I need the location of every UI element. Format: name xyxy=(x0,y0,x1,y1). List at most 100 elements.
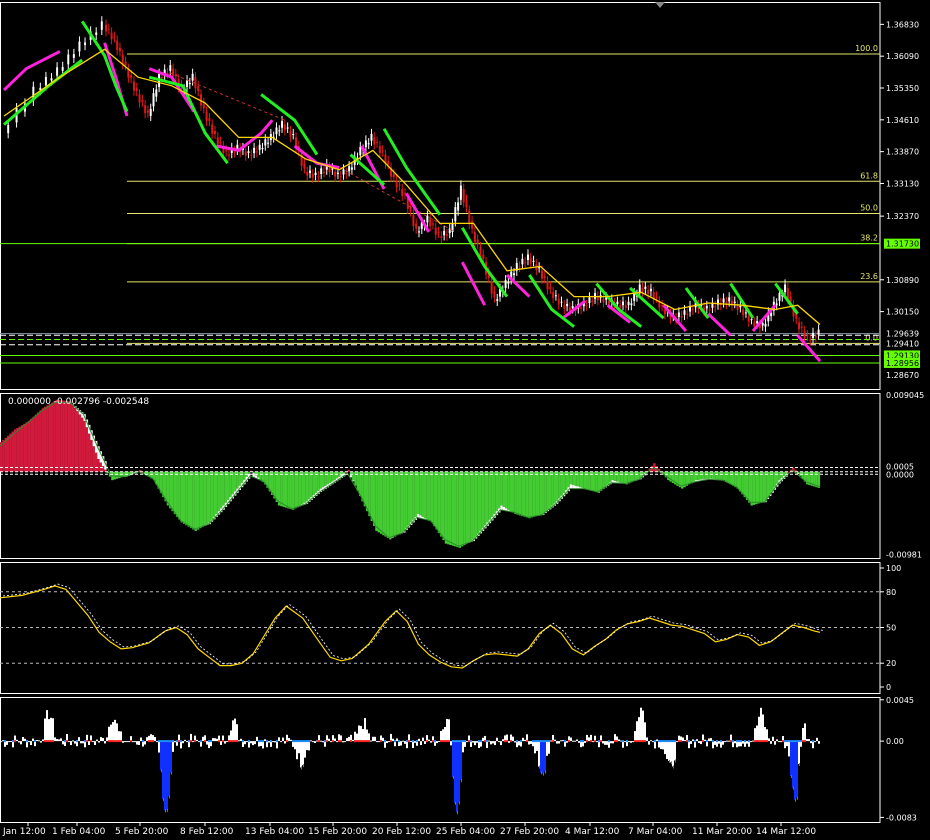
volume-edge-mark xyxy=(791,774,792,778)
volume-tick-mark xyxy=(108,740,110,743)
volume-tick-mark xyxy=(792,740,794,743)
volume-edge-mark xyxy=(539,765,540,769)
oscillator-panel[interactable]: 0.009045-0.009810.00050.0000 xyxy=(0,391,924,560)
candle-body xyxy=(331,168,334,170)
candle-body xyxy=(417,231,420,233)
histogram-bar xyxy=(504,471,508,509)
candle-body xyxy=(144,105,147,114)
volume-bar xyxy=(814,741,816,743)
volume-tick-mark xyxy=(416,740,418,743)
histogram-bar xyxy=(623,471,626,484)
volume-tick-mark xyxy=(204,740,206,743)
histogram-bar xyxy=(715,471,719,480)
volume-bar xyxy=(758,716,760,742)
volume-bar xyxy=(132,741,134,743)
volume-bar xyxy=(584,741,586,743)
volume-bar xyxy=(546,741,548,756)
shift-marker-icon xyxy=(655,2,665,8)
volume-bar xyxy=(488,740,490,742)
volume-bar xyxy=(352,739,354,742)
x-tick-label: 7 Mar 04:00 xyxy=(628,827,683,837)
x-tick-label: 5 Feb 20:00 xyxy=(115,827,169,837)
volume-bar xyxy=(562,740,564,742)
volume-bar xyxy=(30,741,32,746)
volume-bar xyxy=(614,734,616,742)
volume-bar xyxy=(60,738,62,742)
volume-tick-mark xyxy=(590,740,592,743)
candle-body xyxy=(638,284,641,293)
volume-bar xyxy=(24,738,26,742)
volume-bar xyxy=(150,734,152,742)
volume-tick-mark xyxy=(730,740,732,743)
volume-bar xyxy=(296,741,298,760)
histogram-bar xyxy=(194,471,197,531)
candle-body xyxy=(197,85,200,92)
panel-border xyxy=(0,2,881,390)
volume-bar xyxy=(448,719,450,742)
histogram-bar xyxy=(481,471,485,529)
volume-bar xyxy=(310,740,312,742)
volume-bar xyxy=(770,741,772,744)
candle-body xyxy=(580,307,583,309)
candle-body xyxy=(303,163,306,169)
histogram-bar xyxy=(437,471,441,534)
volume-bar xyxy=(462,741,464,753)
candle-body xyxy=(345,172,348,174)
histogram-bar xyxy=(412,471,415,520)
stochastic-panel[interactable]: 100 80 50 20 0 xyxy=(0,562,901,694)
volume-bar xyxy=(232,720,234,742)
candle-body xyxy=(110,32,113,40)
volume-tick-mark xyxy=(484,740,486,743)
signal-gap-bar xyxy=(572,485,575,489)
volume-bar xyxy=(40,741,42,743)
volume-bar xyxy=(708,738,710,742)
candle-body xyxy=(798,322,801,330)
volume-tick-mark xyxy=(478,740,480,743)
volume-tick-mark xyxy=(230,740,232,743)
candle-body xyxy=(95,32,98,35)
volume-bar xyxy=(358,725,360,742)
volume-bar xyxy=(620,740,622,742)
candle-body xyxy=(532,260,535,262)
volume-oscillator-panel[interactable]: 0.0045 0.00 -0.0083 xyxy=(0,696,917,823)
volume-tick-mark xyxy=(350,740,352,743)
histogram-bar xyxy=(352,471,355,481)
volume-bar xyxy=(688,741,690,749)
volume-bar xyxy=(570,737,572,742)
histogram-bar xyxy=(217,471,221,512)
candle-body xyxy=(429,219,432,227)
histogram-bar xyxy=(511,471,515,513)
volume-bar xyxy=(652,741,654,743)
volume-bar xyxy=(476,741,478,743)
histogram-bar xyxy=(553,471,557,504)
volume-tick-mark xyxy=(4,740,6,743)
candle-body xyxy=(476,239,479,244)
histogram-bar xyxy=(305,471,309,502)
volume-bar xyxy=(6,741,8,745)
candle-body xyxy=(426,215,429,223)
histogram-bar xyxy=(421,471,424,517)
volume-bar xyxy=(474,741,476,746)
candle-body xyxy=(812,332,815,338)
y-tick-label: -0.00981 xyxy=(886,551,922,560)
candle-body xyxy=(348,166,351,172)
volume-edge-mark xyxy=(669,760,670,764)
price-panel[interactable]: 100.061.850.038.223.60.01.368301.360901.… xyxy=(0,2,920,390)
volume-bar xyxy=(334,738,336,742)
x-tick-label: 14 Mar 12:00 xyxy=(756,827,816,837)
volume-bar xyxy=(154,737,156,742)
volume-tick-mark xyxy=(406,740,408,743)
histogram-bar xyxy=(224,471,228,503)
histogram-bar xyxy=(331,471,334,482)
volume-tick-mark xyxy=(448,740,450,743)
histogram-bar xyxy=(479,471,482,531)
histogram-bar xyxy=(359,471,362,497)
histogram-bar xyxy=(363,471,367,507)
histogram-bar xyxy=(551,471,554,506)
candle-body xyxy=(233,151,236,153)
candle-body xyxy=(504,280,507,288)
histogram-bar xyxy=(498,471,501,509)
volume-tick-mark xyxy=(66,740,68,743)
volume-tick-mark xyxy=(520,740,522,743)
histogram-bar xyxy=(516,471,519,515)
